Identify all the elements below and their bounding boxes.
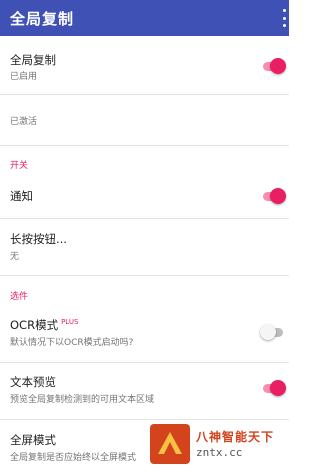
pref-notification[interactable]: 通知 [0,174,289,218]
divider [0,275,289,276]
global-copy-switch[interactable] [260,58,286,74]
watermark-url: zntx.cc [196,446,243,459]
category-options: 选件 [10,292,29,302]
pref-status: 已激活 [0,95,289,145]
pref-summary: 无 [10,252,20,262]
ocr-mode-switch[interactable] [260,324,286,340]
text-preview-switch[interactable] [260,380,286,396]
pref-summary: 已启用 [10,72,38,82]
pref-long-press[interactable]: 长按按钮... 无 [0,219,289,275]
watermark: 八神智能天下 zntx.cc [146,422,289,466]
app-bar: 全局复制 [0,0,289,36]
watermark-logo [150,424,190,464]
pref-title: 长按按钮... [10,232,67,246]
app-title: 全局复制 [10,10,75,28]
notification-switch[interactable] [260,188,286,204]
pref-global-copy[interactable]: 全局复制 已启用 [0,36,289,94]
pref-summary: 预览全局复制检测到的可用文本区域 [10,395,155,405]
pref-ocr-mode[interactable]: OCR模式 PLUS 默认情况下以OCR模式启动吗? [0,304,289,362]
pref-title: OCR模式 PLUS [10,317,78,333]
pref-title: 文本预览 [10,375,56,389]
ocr-title-text: OCR模式 [10,318,59,332]
pref-text-preview[interactable]: 文本预览 预览全局复制检测到的可用文本区域 [0,363,289,419]
divider [0,145,289,146]
pref-title: 全屏模式 [10,433,56,447]
category-switches: 开关 [10,161,29,171]
pref-summary: 全局复制是否应始终以全屏模式 [10,453,137,463]
pref-summary: 默认情况下以OCR模式启动吗? [10,338,134,348]
watermark-name: 八神智能天下 [196,430,275,444]
pref-title: 通知 [10,189,33,203]
activation-status-text: 已激活 [10,117,38,127]
pref-title: 全局复制 [10,53,56,67]
more-vertical-icon[interactable] [281,9,287,27]
plus-badge: PLUS [61,318,79,327]
